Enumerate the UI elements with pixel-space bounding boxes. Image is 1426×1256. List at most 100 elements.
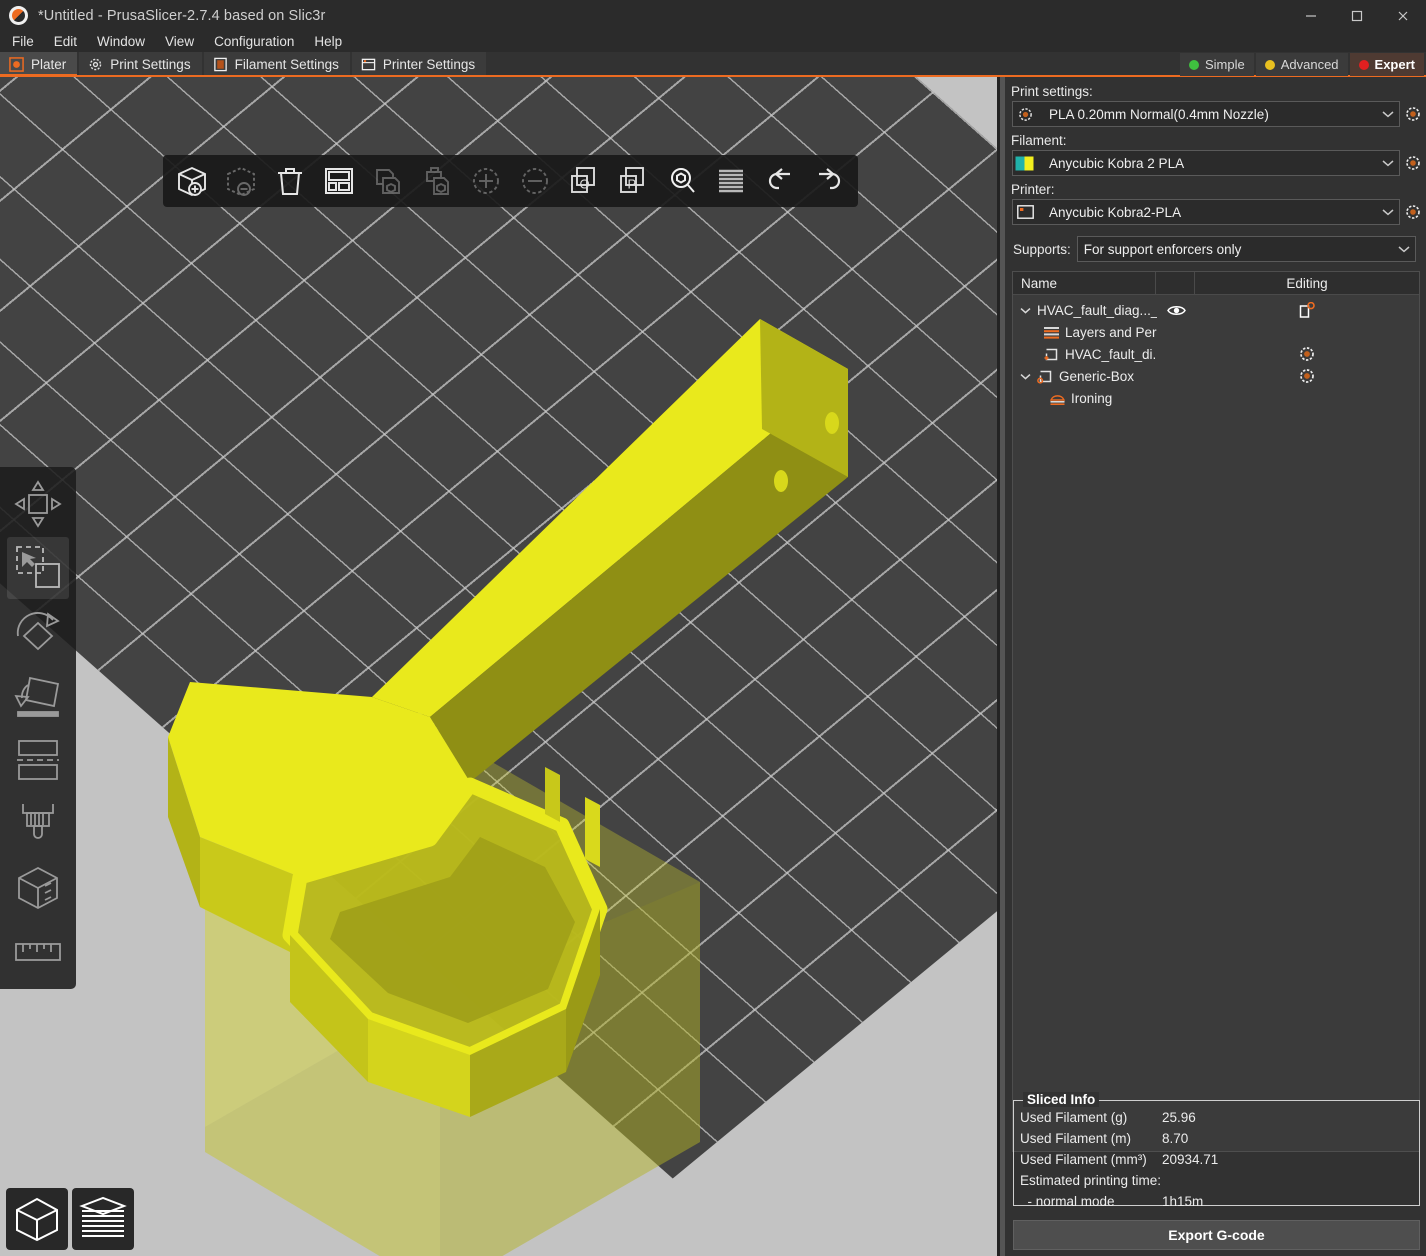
maximize-button[interactable] [1334, 0, 1380, 31]
menu-item-window[interactable]: Window [87, 31, 155, 52]
cut-gizmo[interactable] [7, 729, 69, 791]
printer-combo[interactable]: Anycubic Kobra2-PLA [1012, 199, 1400, 225]
filament-settings-icon [213, 57, 228, 72]
arrange-button[interactable] [316, 158, 362, 204]
table-row[interactable]: Generic-Box [1013, 365, 1419, 387]
paint-support-gizmo[interactable] [7, 793, 69, 855]
used-filament-m-value: 8.70 [1162, 1131, 1188, 1146]
tab-printer-settings[interactable]: Printer Settings [352, 52, 486, 77]
editor-view-button[interactable] [6, 1188, 68, 1250]
3d-viewport[interactable]: O P [0, 77, 1005, 1256]
print-settings-label: Print settings: [1011, 84, 1426, 99]
place-on-face-gizmo[interactable] [7, 665, 69, 727]
delete-object-button[interactable] [218, 158, 264, 204]
delete-all-button[interactable] [267, 158, 313, 204]
chevron-down-icon[interactable] [1377, 110, 1399, 118]
menu-item-file[interactable]: File [2, 31, 44, 52]
split-to-parts-button[interactable]: P [610, 158, 656, 204]
close-button[interactable] [1380, 0, 1426, 31]
minimize-button[interactable] [1288, 0, 1334, 31]
sliced-info-row: Estimated printing time: [1014, 1170, 1419, 1191]
modifier-box-icon [1037, 368, 1054, 385]
column-header-name: Name [1013, 276, 1155, 291]
search-button[interactable] [659, 158, 705, 204]
table-row[interactable]: HVAC_fault_di...onnector.stl [1013, 343, 1419, 365]
used-filament-mm3-label: Used Filament (mm³) [1020, 1152, 1162, 1167]
mode-selector: Simple Advanced Expert [1178, 53, 1424, 76]
visibility-toggle[interactable] [1157, 304, 1195, 317]
mode-simple-button[interactable]: Simple [1180, 53, 1254, 76]
chevron-down-icon[interactable] [1019, 373, 1032, 380]
copy-button[interactable] [365, 158, 411, 204]
view-mode-toggles [6, 1188, 134, 1250]
undo-button[interactable] [757, 158, 803, 204]
seam-painting-gizmo[interactable] [7, 857, 69, 919]
split-to-objects-button[interactable]: O [561, 158, 607, 204]
paste-button[interactable] [414, 158, 460, 204]
mode-expert-button[interactable]: Expert [1350, 53, 1424, 76]
setting-name-label: Layers and Perimeters [1065, 325, 1157, 340]
variable-layer-height-button[interactable] [708, 158, 754, 204]
normal-mode-value: 1h15m [1162, 1194, 1203, 1209]
used-filament-m-label: Used Filament (m) [1020, 1131, 1162, 1146]
sliced-info-row: Used Filament (m) 8.70 [1014, 1128, 1419, 1149]
cube-outline-icon [12, 1194, 62, 1244]
table-row[interactable]: Ironing [1013, 387, 1419, 409]
tab-print-settings[interactable]: Print Settings [79, 52, 201, 77]
preview-view-button[interactable] [72, 1188, 134, 1250]
chevron-down-icon[interactable] [1393, 245, 1415, 253]
ironing-icon [1049, 390, 1066, 407]
printer-edit-cog-icon[interactable] [1404, 203, 1422, 221]
estimated-printing-time-label: Estimated printing time: [1020, 1173, 1161, 1188]
tab-printer-settings-label: Printer Settings [383, 57, 475, 72]
part-edit-cog-button[interactable] [1195, 346, 1419, 362]
tab-plater[interactable]: Plater [0, 52, 77, 77]
sidebar-panel: Print settings: PLA 0.20mm Normal(0.4mm … [1005, 77, 1426, 1256]
editing-page-button[interactable] [1195, 302, 1419, 319]
supports-combo[interactable]: For support enforcers only [1077, 236, 1416, 262]
chevron-down-icon[interactable] [1019, 307, 1032, 314]
layer-stack-icon [78, 1194, 128, 1244]
prusaslicer-logo-icon [9, 6, 28, 25]
tab-plater-label: Plater [31, 57, 66, 72]
table-row[interactable]: Layers and Perimeters [1013, 321, 1419, 343]
redo-button[interactable] [806, 158, 852, 204]
menu-bar: File Edit Window View Configuration Help [0, 31, 1426, 52]
table-row[interactable]: HVAC_fault_diag..._connector.stl [1013, 299, 1419, 321]
tab-filament-settings-label: Filament Settings [235, 57, 339, 72]
eye-icon [1167, 304, 1186, 317]
edit-cog-icon [1299, 346, 1315, 362]
add-object-button[interactable] [169, 158, 215, 204]
filament-combo[interactable]: Anycubic Kobra 2 PLA [1012, 150, 1400, 176]
mode-advanced-button[interactable]: Advanced [1256, 53, 1348, 76]
normal-mode-label: - normal mode [1020, 1194, 1162, 1209]
move-gizmo[interactable] [7, 473, 69, 535]
chevron-down-icon[interactable] [1377, 159, 1399, 167]
chevron-down-icon[interactable] [1377, 208, 1399, 216]
window-controls [1288, 0, 1426, 31]
print-settings-combo[interactable]: PLA 0.20mm Normal(0.4mm Nozzle) [1012, 101, 1400, 127]
menu-item-help[interactable]: Help [304, 31, 352, 52]
print-settings-value: PLA 0.20mm Normal(0.4mm Nozzle) [1037, 107, 1377, 122]
part-plus-icon [1043, 346, 1060, 363]
menu-item-configuration[interactable]: Configuration [204, 31, 304, 52]
object-name-label: HVAC_fault_diag..._connector.stl [1037, 303, 1157, 318]
svg-text:O: O [580, 177, 590, 192]
modifier-edit-cog-button[interactable] [1195, 368, 1419, 384]
print-settings-icon [88, 57, 103, 72]
tab-filament-settings[interactable]: Filament Settings [204, 52, 350, 77]
measure-gizmo[interactable] [7, 921, 69, 983]
menu-item-edit[interactable]: Edit [44, 31, 87, 52]
add-instance-button[interactable] [463, 158, 509, 204]
remove-instance-button[interactable] [512, 158, 558, 204]
model-3d-bracket[interactable] [0, 77, 1005, 1256]
edit-cog-icon [1299, 368, 1315, 384]
rotate-gizmo[interactable] [7, 601, 69, 663]
object-list[interactable]: Name Editing HVAC_fault_diag..._connecto… [1012, 271, 1420, 1152]
export-gcode-button[interactable]: Export G-code [1013, 1220, 1420, 1250]
tab-print-settings-label: Print Settings [110, 57, 190, 72]
filament-edit-cog-icon[interactable] [1404, 154, 1422, 172]
menu-item-view[interactable]: View [155, 31, 204, 52]
print-settings-edit-cog-icon[interactable] [1404, 105, 1422, 123]
scale-gizmo[interactable] [7, 537, 69, 599]
